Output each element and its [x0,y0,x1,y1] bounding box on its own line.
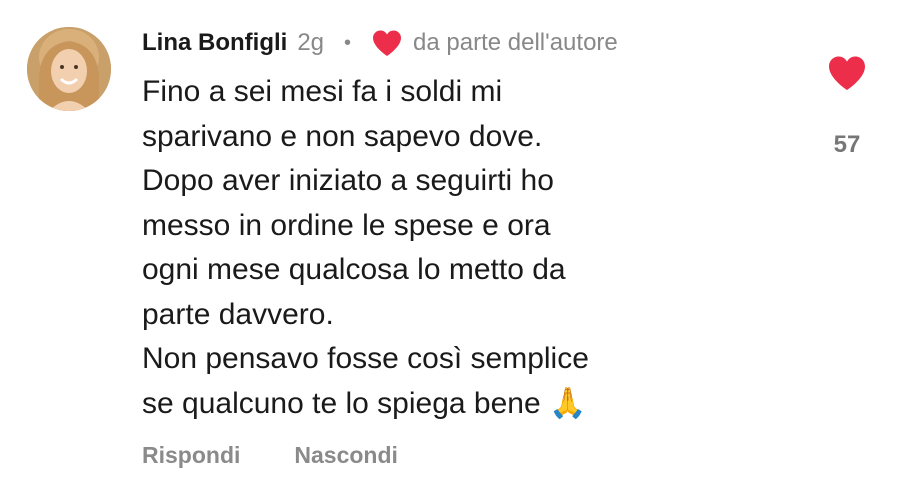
like-count: 57 [833,131,861,158]
liked-by-author-label: da parte dell'autore [413,29,618,56]
avatar-photo [27,27,111,111]
heart-icon [373,30,402,56]
comment-header: Lina Bonfigli 2g • da parte dell'autore [142,28,618,58]
like-heart-icon[interactable] [827,55,867,91]
comment-text: Fino a sei mesi fa i soldi mi sparivano … [142,75,589,420]
avatar[interactable] [27,27,111,111]
comment-time: 2g [297,29,325,56]
reply-button[interactable]: Rispondi [142,442,240,469]
comment: Lina Bonfigli 2g • da parte dell'autore … [0,0,900,489]
like-control: 57 [818,55,876,159]
comment-actions: Rispondi Nascondi [142,442,398,469]
author-name[interactable]: Lina Bonfigli [142,29,287,57]
separator-dot: • [344,31,352,54]
hide-button[interactable]: Nascondi [294,442,398,469]
